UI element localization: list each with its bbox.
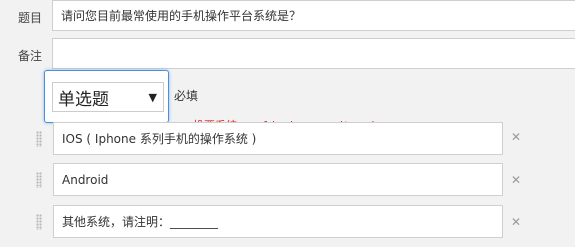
option-input[interactable]: IOS ( Iphone 系列手机的操作系统 ) [53,122,503,155]
chevron-down-icon: ▼ [148,90,157,104]
note-input[interactable] [52,38,575,69]
question-type-select[interactable]: 单选题 ▼ [44,70,169,123]
question-type-dropdown[interactable]: 单选题 ▼ [52,82,164,112]
question-type-value: 单选题 [58,89,109,110]
close-icon[interactable]: ✕ [511,215,521,229]
option-input[interactable]: Android [53,163,503,196]
drag-handle-icon[interactable] [36,172,42,188]
required-label: 必填 [174,89,199,103]
drag-handle-icon[interactable] [36,131,42,147]
option-input[interactable]: 其他系统，请注明：________ [53,205,503,238]
close-icon[interactable]: ✕ [511,130,521,144]
title-input[interactable]: 请问您目前最常使用的手机操作平台系统是？ [52,0,575,31]
close-icon[interactable]: ✕ [511,173,521,187]
title-label: 题目 [17,11,42,25]
drag-handle-icon[interactable] [36,214,42,230]
note-label: 备注 [17,49,42,63]
